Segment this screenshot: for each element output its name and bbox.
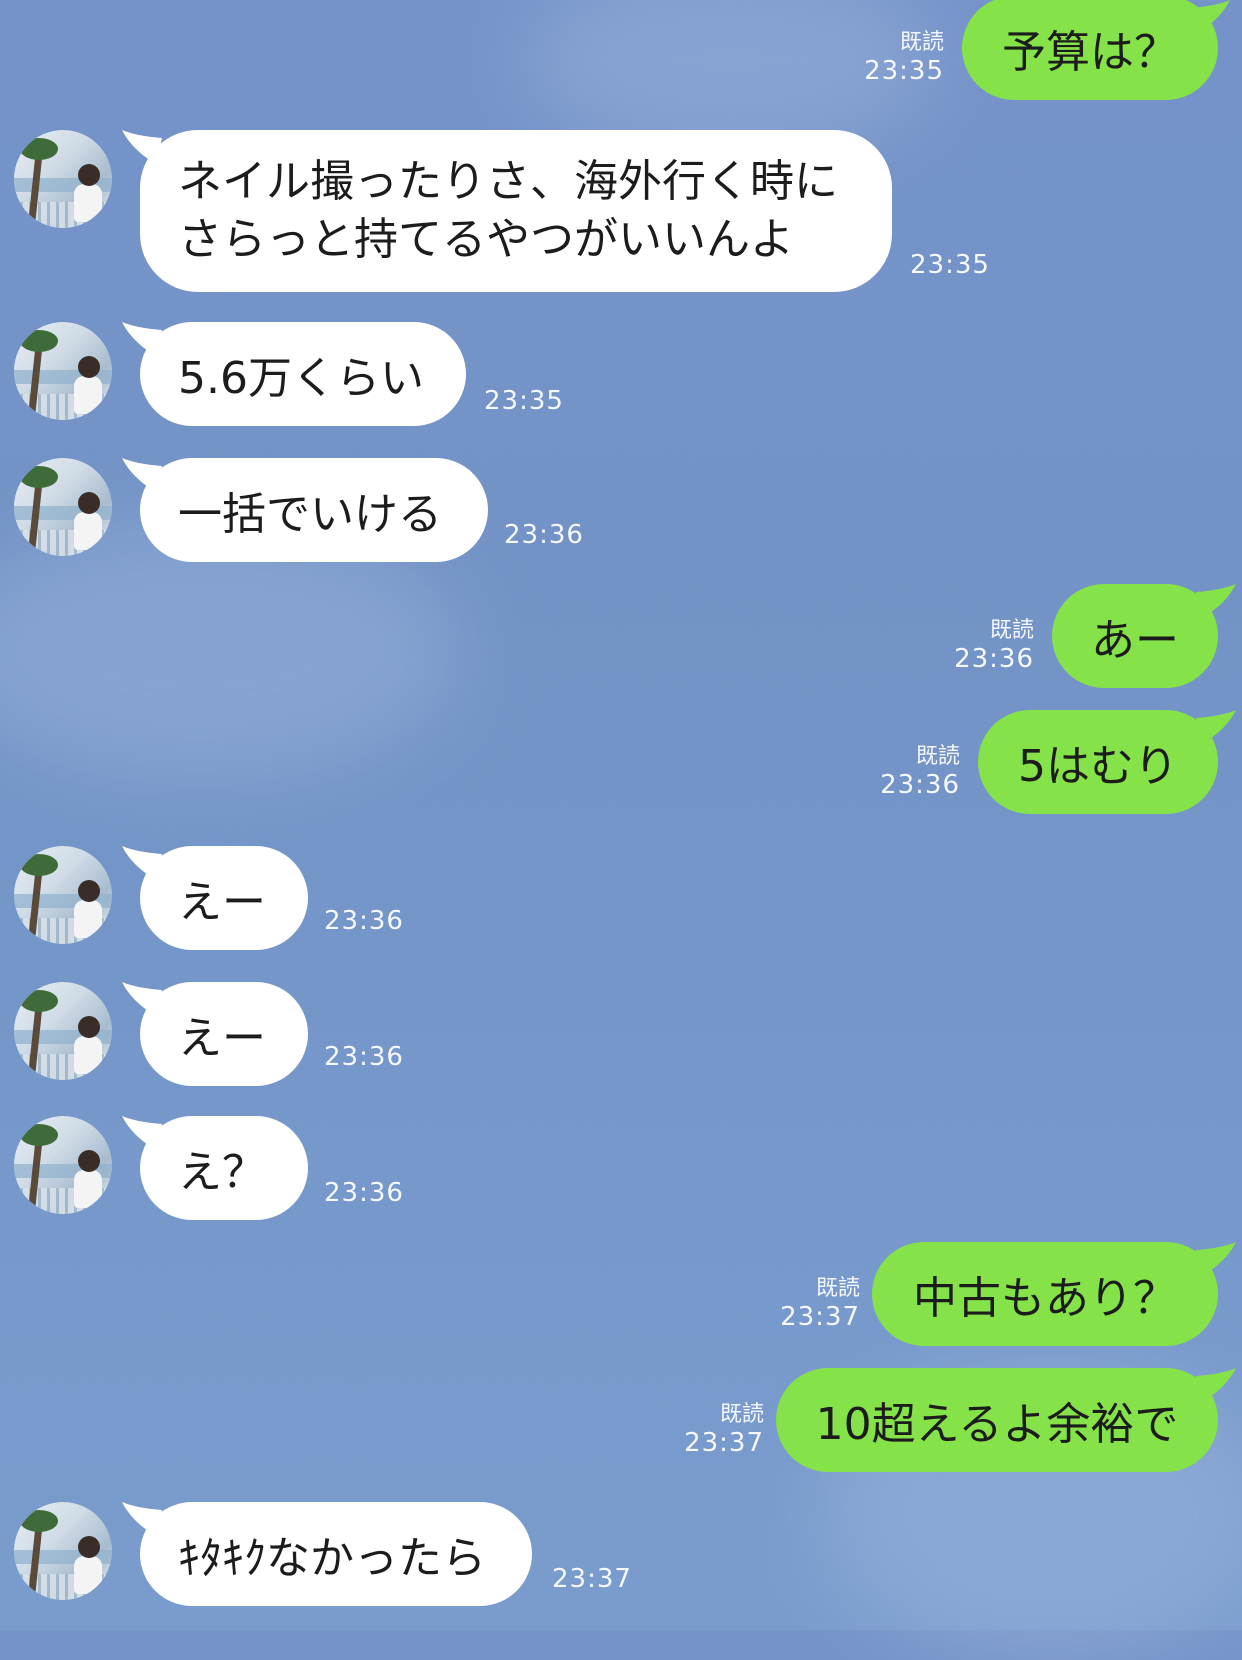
timestamp: 23:37 (552, 1564, 632, 1594)
message-bubble[interactable]: えー (140, 846, 308, 950)
contact-avatar[interactable] (14, 130, 112, 228)
message-bubble[interactable]: ネイル撮ったりさ、海外行く時に さらっと持てるやつがいいんよ (140, 130, 892, 292)
chat-screen: { "read_label": "既読", "messages": [ {"di… (0, 0, 1242, 1660)
bubble-tail (1196, 710, 1236, 744)
message-meta: 既読 23:37 (756, 1270, 860, 1332)
contact-avatar[interactable] (14, 982, 112, 1080)
message-meta: 既読 23:37 (660, 1396, 764, 1458)
contact-avatar[interactable] (14, 322, 112, 420)
timestamp: 23:36 (954, 644, 1034, 674)
timestamp: 23:36 (324, 906, 404, 936)
timestamp: 23:36 (324, 1042, 404, 1072)
bubble-tail (1190, 0, 1230, 34)
message-meta: 既読 23:36 (930, 612, 1034, 674)
read-receipt: 既読 (989, 618, 1034, 643)
message-bubble[interactable]: 5はむり (978, 710, 1218, 814)
read-receipt: 既読 (815, 1276, 860, 1301)
message-bubble[interactable]: 10超えるよ余裕で (776, 1368, 1218, 1472)
contact-avatar[interactable] (14, 846, 112, 944)
bubble-tail (1196, 1368, 1236, 1402)
message-bubble[interactable]: 5.6万くらい (140, 322, 466, 426)
timestamp: 23:35 (864, 56, 944, 86)
message-bubble[interactable]: 一括でいける (140, 458, 488, 562)
message-bubble[interactable]: 予算は？ (962, 0, 1218, 100)
contact-avatar[interactable] (14, 1502, 112, 1600)
timestamp: 23:36 (324, 1178, 404, 1208)
message-bubble[interactable]: あー (1052, 584, 1218, 688)
read-receipt: 既読 (915, 744, 960, 769)
message-bubble[interactable]: え？ (140, 1116, 308, 1220)
read-receipt: 既読 (899, 30, 944, 55)
message-bubble[interactable]: えー (140, 982, 308, 1086)
message-bubble[interactable]: ｷﾀｷｸなかったら (140, 1502, 532, 1606)
message-line: ネイル撮ったりさ、海外行く時に (178, 156, 838, 207)
message-bubble[interactable]: 中古もあり？ (872, 1242, 1218, 1346)
bubble-tail (1196, 584, 1236, 618)
message-line: さらっと持てるやつがいいんよ (178, 214, 794, 265)
contact-avatar[interactable] (14, 1116, 112, 1214)
timestamp: 23:35 (910, 250, 990, 280)
timestamp: 23:36 (880, 770, 960, 800)
read-receipt: 既読 (719, 1402, 764, 1427)
message-meta: 既読 23:35 (840, 24, 944, 86)
bubble-tail (1196, 1242, 1236, 1276)
timestamp: 23:35 (484, 386, 564, 416)
contact-avatar[interactable] (14, 458, 112, 556)
timestamp: 23:36 (504, 520, 584, 550)
timestamp: 23:37 (780, 1302, 860, 1332)
timestamp: 23:37 (684, 1428, 764, 1458)
message-meta: 既読 23:36 (856, 738, 960, 800)
